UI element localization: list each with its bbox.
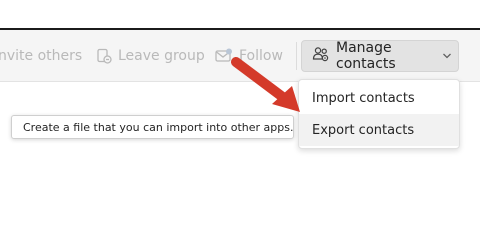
manage-contacts-people-icon <box>312 46 330 66</box>
red-arrow-annotation <box>231 57 300 112</box>
top-header-bar <box>0 0 480 30</box>
manage-contacts-button[interactable]: Manage contacts <box>301 40 459 72</box>
chevron-down-icon <box>442 52 452 60</box>
manage-contacts-label: Manage contacts <box>336 40 396 72</box>
leave-group-icon <box>96 48 112 64</box>
invite-others-label: nvite others <box>0 48 83 64</box>
menu-item-label: Import contacts <box>312 90 415 106</box>
menu-item-import-contacts[interactable]: Import contacts <box>299 82 459 114</box>
menu-item-export-contacts[interactable]: Export contacts <box>299 114 459 146</box>
manage-contacts-dropdown-menu: Import contacts Export contacts <box>298 79 460 149</box>
invite-others-button[interactable]: nvite others <box>0 30 82 82</box>
leave-group-button[interactable]: Leave group <box>96 30 205 82</box>
tooltip-text: Create a file that you can import into o… <box>23 120 294 134</box>
export-contacts-tooltip: Create a file that you can import into o… <box>11 115 294 139</box>
menu-item-label: Export contacts <box>312 122 415 138</box>
leave-group-label: Leave group <box>118 48 205 64</box>
